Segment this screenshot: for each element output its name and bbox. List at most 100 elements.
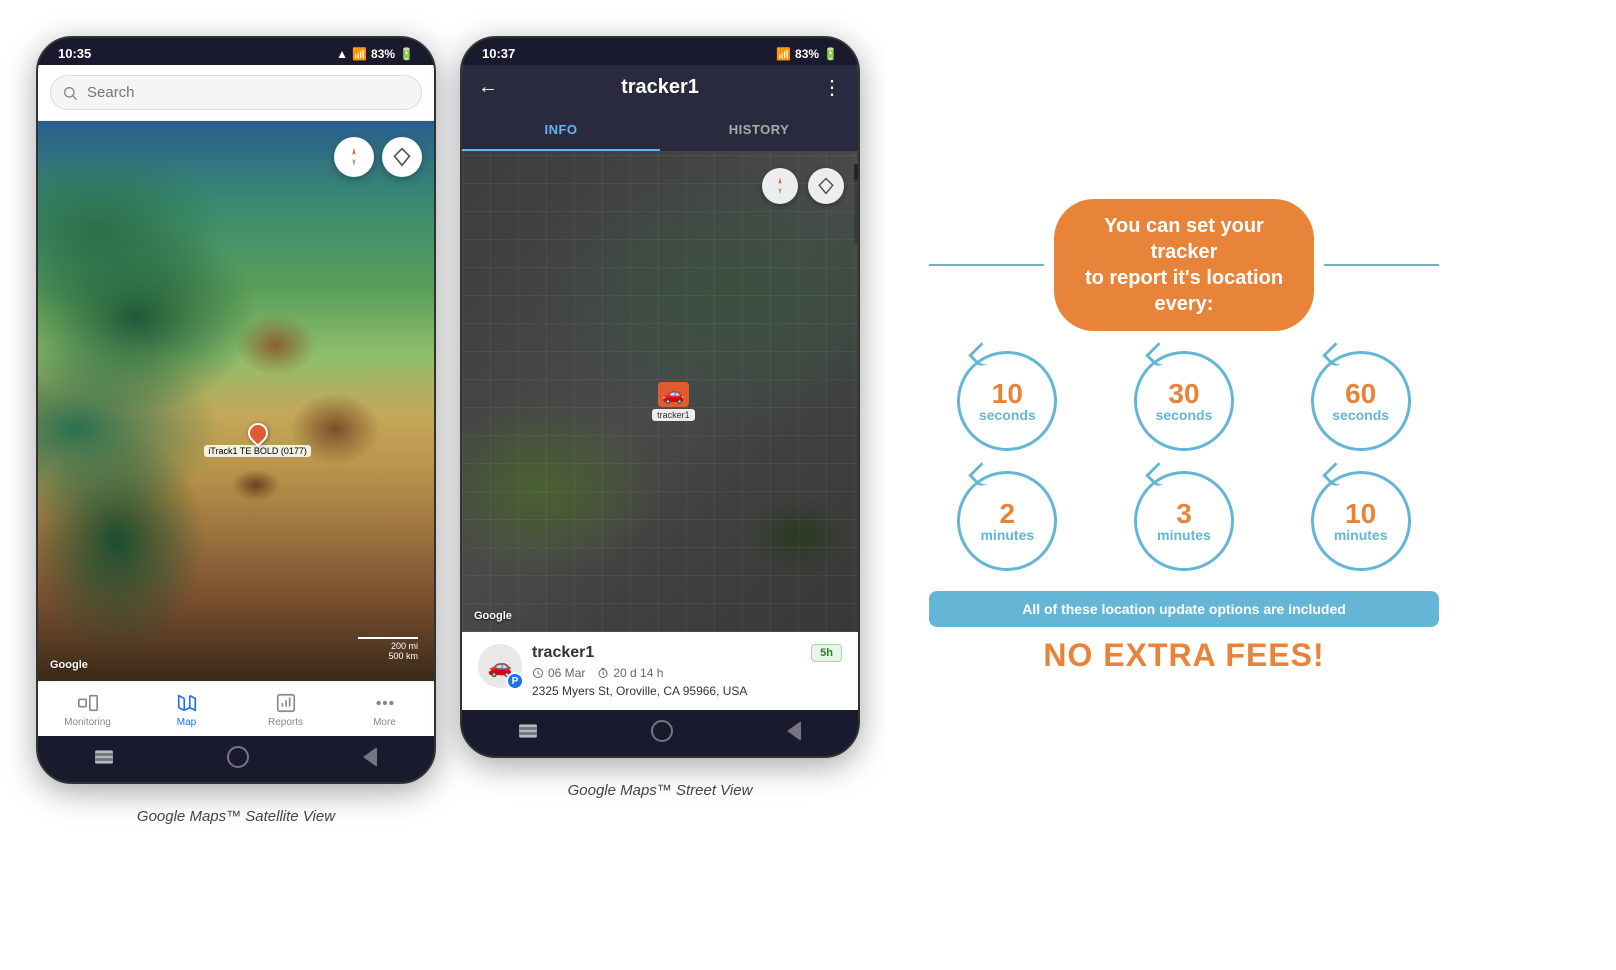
time-phone1: 10:35 xyxy=(58,46,91,61)
back-btn[interactable] xyxy=(363,747,377,767)
right-panel: You can set your tracker to report it's … xyxy=(884,36,1484,836)
map2-pin[interactable]: 🚗 tracker1 xyxy=(652,382,695,421)
map-satellite: iTrack1 TE BOLD (0177) Google 200 mi 500… xyxy=(38,121,434,681)
nav-more-label: More xyxy=(373,717,396,728)
tracker-name: tracker1 xyxy=(532,644,801,662)
nav-more[interactable]: More xyxy=(355,692,415,728)
navigate-icon xyxy=(392,147,412,167)
navigate-button[interactable] xyxy=(382,137,422,177)
tab-info[interactable]: INFO xyxy=(462,110,660,151)
compass2-icon xyxy=(770,176,790,196)
unit-2m: minutes xyxy=(980,528,1034,542)
tracker-card: 🚗 P tracker1 06 Mar xyxy=(462,632,858,710)
search-icon xyxy=(62,85,78,101)
caption-phone1: Google Maps™ Satellite View xyxy=(137,808,335,825)
circle-30s: 30 seconds xyxy=(1134,351,1234,451)
no-fees-text: NO EXTRA FEES! xyxy=(929,637,1439,674)
home-btn2[interactable] xyxy=(651,720,673,742)
recent-apps-btn2[interactable] xyxy=(519,724,537,738)
interval-10s: 10 seconds xyxy=(929,351,1086,451)
status-icons-phone1: ▲ 📶 83% 🔋 xyxy=(336,47,414,61)
unit-30s: seconds xyxy=(1156,408,1213,422)
circle-10s: 10 seconds xyxy=(957,351,1057,451)
interval-2m: 2 minutes xyxy=(929,471,1086,571)
back-button[interactable]: ← xyxy=(478,76,498,99)
menu-button[interactable]: ⋮ xyxy=(822,75,842,100)
tracker-info: tracker1 06 Mar xyxy=(532,644,801,698)
phone-1-mockup: 10:35 ▲ 📶 83% 🔋 xyxy=(36,36,436,784)
battery-icon-phone1: 🔋 xyxy=(399,47,414,61)
tab-history[interactable]: HISTORY xyxy=(660,110,858,151)
compass-icon xyxy=(343,146,365,168)
search-input[interactable] xyxy=(50,75,422,110)
phone-2-mockup: 10:37 📶 83% 🔋 ← tracker1 ⋮ INFO xyxy=(460,36,860,758)
map-icon xyxy=(176,692,198,714)
nav-monitoring[interactable]: Monitoring xyxy=(58,692,118,728)
caption-phone2: Google Maps™ Street View xyxy=(568,782,753,799)
nav-reports[interactable]: Reports xyxy=(256,692,316,728)
search-field-wrap[interactable] xyxy=(50,75,422,110)
tracker-address: 2325 Myers St, Oroville, CA 95966, USA xyxy=(532,684,801,698)
status-bar-phone1: 10:35 ▲ 📶 83% 🔋 xyxy=(38,38,434,65)
number-2m: 2 xyxy=(1000,500,1016,528)
unit-60s: seconds xyxy=(1332,408,1389,422)
pin-icon xyxy=(243,419,271,447)
tracker-tabs: INFO HISTORY xyxy=(462,110,858,152)
map-pin[interactable]: iTrack1 TE BOLD (0177) xyxy=(204,423,311,457)
tracker-icon-wrap: 🚗 P xyxy=(478,644,522,688)
scale-label-mi: 200 mi xyxy=(358,641,418,651)
navigate2-button[interactable] xyxy=(808,168,844,204)
tracker-date: 06 Mar xyxy=(532,666,585,680)
interval-3m: 3 minutes xyxy=(1106,471,1263,571)
timer-icon xyxy=(597,667,609,679)
title-text-line1: You can set your tracker xyxy=(1078,213,1290,265)
compass-button[interactable] xyxy=(334,137,374,177)
signal-icon-phone1: ▲ xyxy=(336,47,348,61)
recent-apps-btn[interactable] xyxy=(95,750,113,764)
unit-3m: minutes xyxy=(1157,528,1211,542)
map2-label: tracker1 xyxy=(652,409,695,421)
nav-monitoring-label: Monitoring xyxy=(64,717,111,728)
number-10m: 10 xyxy=(1345,500,1376,528)
intervals-grid: 10 seconds 30 seconds 60 seconds xyxy=(929,351,1439,571)
unit-10m: minutes xyxy=(1334,528,1388,542)
phone1-body: iTrack1 TE BOLD (0177) Google 200 mi 500… xyxy=(38,65,434,736)
home-btn[interactable] xyxy=(227,746,249,768)
no-fees-banner: All of these location update options are… xyxy=(929,591,1439,627)
number-30s: 30 xyxy=(1168,380,1199,408)
number-60s: 60 xyxy=(1345,380,1376,408)
search-bar xyxy=(38,65,434,121)
banner-text: All of these location update options are… xyxy=(1022,601,1346,617)
circle-2m: 2 minutes xyxy=(957,471,1057,571)
google-logo-map1: Google xyxy=(50,659,88,671)
title-bar: You can set your tracker to report it's … xyxy=(1054,199,1314,331)
nav-map[interactable]: Map xyxy=(157,692,217,728)
home-indicator-phone2 xyxy=(462,710,858,756)
signal-icon-phone2: 📶 xyxy=(776,47,791,61)
map-scale: 200 mi 500 km xyxy=(358,637,418,661)
bottom-nav: Monitoring Map xyxy=(38,681,434,736)
scale-line xyxy=(358,637,418,639)
tracker-meta: 06 Mar 20 d 14 h xyxy=(532,666,801,680)
more-icon xyxy=(374,692,396,714)
tracker-p-badge: P xyxy=(506,672,524,690)
interval-30s: 30 seconds xyxy=(1106,351,1263,451)
tracker-title: tracker1 xyxy=(621,76,699,99)
nav-map-label: Map xyxy=(177,717,196,728)
compass2-button[interactable] xyxy=(762,168,798,204)
number-3m: 3 xyxy=(1176,500,1192,528)
infographic: You can set your tracker to report it's … xyxy=(909,179,1459,694)
circle-10m: 10 minutes xyxy=(1311,471,1411,571)
title-row: You can set your tracker to report it's … xyxy=(929,199,1439,331)
map-satellite-bg xyxy=(38,121,434,681)
back-btn2[interactable] xyxy=(787,721,801,741)
scrollbar-thumb xyxy=(854,164,858,180)
circle-3m: 3 minutes xyxy=(1134,471,1234,571)
battery-phone1: 83% xyxy=(371,47,395,61)
battery-phone2: 83% xyxy=(795,47,819,61)
tracker-duration: 20 d 14 h xyxy=(597,666,663,680)
home-indicator-phone1 xyxy=(38,736,434,782)
map2-satellite: 🚗 tracker1 Google xyxy=(462,152,858,632)
clock-icon xyxy=(532,667,544,679)
duration-value: 20 d 14 h xyxy=(613,666,663,680)
